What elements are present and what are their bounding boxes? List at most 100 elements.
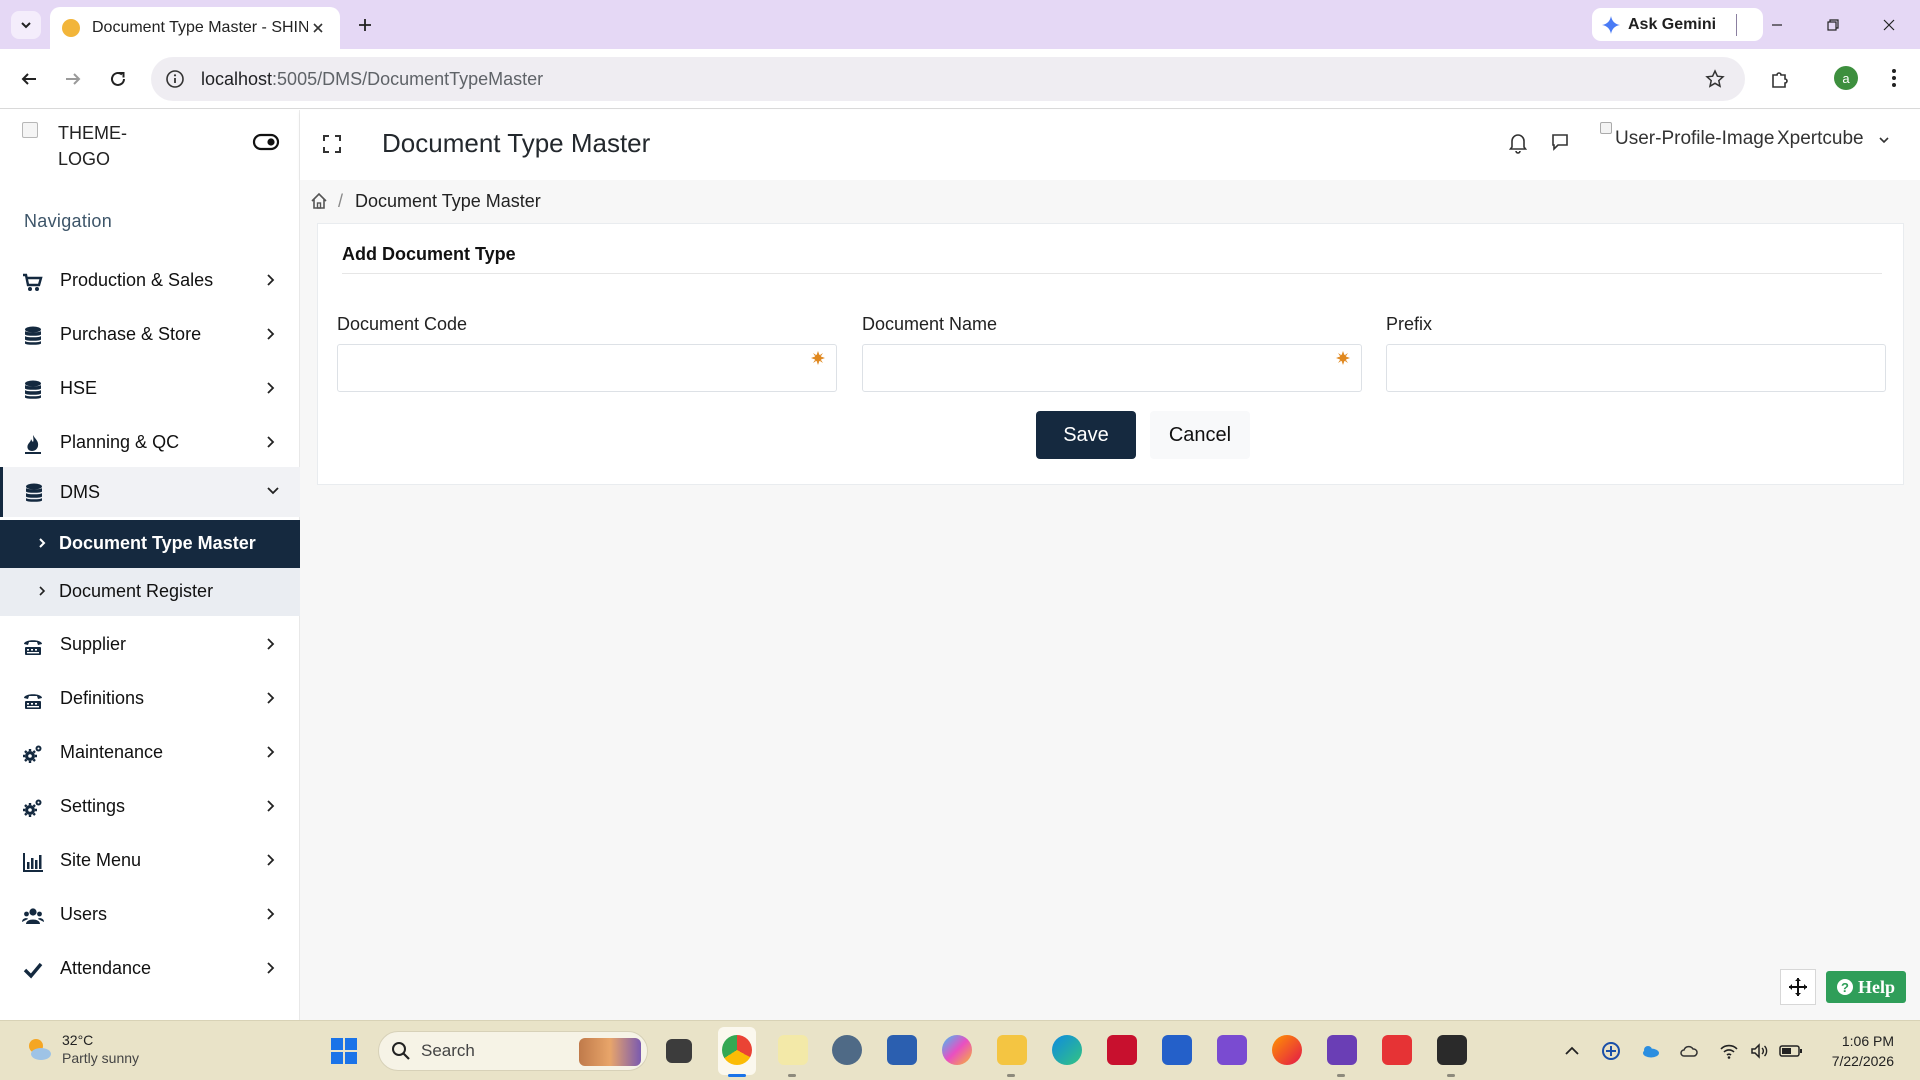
sidebar-item-settings[interactable]: Settings <box>0 784 300 828</box>
new-tab-button[interactable] <box>352 12 378 38</box>
chevron-right-icon <box>267 692 275 704</box>
divider <box>1736 14 1737 36</box>
tab-search-dropdown[interactable] <box>11 11 41 39</box>
bookmark-star-icon[interactable] <box>1705 69 1725 89</box>
fullscreen-icon[interactable] <box>322 134 342 154</box>
mcafee-icon[interactable] <box>1107 1035 1137 1065</box>
weather-widget[interactable]: 32°C Partly sunny <box>24 1031 139 1067</box>
navigation-heading: Navigation <box>24 211 113 231</box>
system-clock[interactable]: 1:06 PM 7/22/2026 <box>1808 1031 1894 1071</box>
user-image-alt: User-Profile-Image <box>1615 128 1775 149</box>
kebab-menu-icon <box>1892 69 1896 87</box>
sidebar-toggle-icon[interactable] <box>252 132 280 152</box>
sidebar-item-users[interactable]: Users <box>0 892 300 936</box>
chevron-down-icon <box>21 22 31 29</box>
onedrive-icon[interactable] <box>1640 1041 1660 1061</box>
browser-menu-button[interactable] <box>1880 64 1908 92</box>
chrome-icon[interactable] <box>722 1035 752 1065</box>
sidebar-item-planning-qc[interactable]: Planning & QC <box>0 420 300 464</box>
restore-button[interactable] <box>1820 12 1846 38</box>
cancel-button[interactable]: Cancel <box>1150 411 1250 459</box>
theme-logo[interactable]: THEME-LOGO <box>58 120 168 172</box>
chevron-up-icon[interactable] <box>1562 1041 1582 1061</box>
home-icon[interactable] <box>310 192 328 210</box>
cloud-icon[interactable] <box>1679 1041 1699 1061</box>
reload-button[interactable] <box>102 63 134 95</box>
settings-icon[interactable] <box>832 1035 862 1065</box>
task-view-icon[interactable] <box>666 1039 692 1063</box>
chevron-right-icon <box>267 908 275 920</box>
sidebar-item-production-sales[interactable]: Production & Sales <box>0 258 300 302</box>
sidebar-item-dms[interactable]: DMS <box>0 467 300 517</box>
user-profile-image[interactable]: User-Profile-Image <box>1600 122 1774 149</box>
forward-button[interactable] <box>57 63 89 95</box>
gemini-sparkle-icon <box>1602 15 1620 34</box>
wps-office-icon[interactable] <box>1382 1035 1412 1065</box>
close-tab-icon[interactable] <box>308 18 328 38</box>
chevron-right-icon <box>267 854 275 866</box>
chevron-right-icon <box>267 328 275 340</box>
store-icon[interactable] <box>887 1035 917 1065</box>
gears-icon <box>23 745 42 763</box>
puzzle-icon <box>1772 72 1788 88</box>
sidebar-subitem-document-type-master[interactable]: Document Type Master <box>0 520 300 568</box>
back-button[interactable] <box>13 63 45 95</box>
snipping-tool-icon[interactable] <box>778 1035 808 1065</box>
visual-studio-icon[interactable] <box>1327 1035 1357 1065</box>
taskbar-search[interactable]: Search <box>378 1031 648 1071</box>
azure-data-studio-icon[interactable] <box>1162 1035 1192 1065</box>
chevron-down-icon[interactable] <box>1878 135 1890 145</box>
sidebar-item-definitions[interactable]: Definitions <box>0 676 300 720</box>
ask-gemini-button[interactable]: Ask Gemini <box>1592 8 1763 41</box>
weather-temperature: 32°C <box>62 1032 94 1048</box>
extensions-button[interactable] <box>1764 63 1796 95</box>
document-name-input[interactable] <box>862 344 1362 392</box>
running-indicator <box>1007 1074 1015 1077</box>
add-document-type-card: Add Document Type Document Code Document… <box>317 223 1904 485</box>
wifi-icon[interactable] <box>1719 1041 1739 1061</box>
user-name[interactable]: Xpertcube <box>1777 128 1864 150</box>
document-code-input[interactable] <box>337 344 837 392</box>
prefix-input[interactable] <box>1386 344 1886 392</box>
search-placeholder: Search <box>421 1041 475 1060</box>
address-toolbar: localhost:5005/DMS/DocumentTypeMaster <box>0 49 1920 109</box>
firefox-icon[interactable] <box>1272 1035 1302 1065</box>
windows-start-icon[interactable] <box>330 1037 358 1065</box>
copilot-icon[interactable] <box>942 1035 972 1065</box>
browser-tab[interactable]: Document Type Master - SHINE <box>50 7 340 49</box>
bell-icon[interactable] <box>1508 132 1528 154</box>
volume-icon[interactable] <box>1749 1041 1769 1061</box>
message-icon[interactable] <box>1550 132 1570 152</box>
save-button[interactable]: Save <box>1036 411 1136 459</box>
minimize-icon <box>1772 24 1782 26</box>
help-label: Help <box>1857 976 1895 997</box>
broken-image-icon <box>1600 122 1612 134</box>
prefix-label: Prefix <box>1386 314 1433 334</box>
brand-area: THEME-LOGO <box>0 110 300 180</box>
close-window-button[interactable] <box>1876 12 1902 38</box>
sidebar-item-hse[interactable]: HSE <box>0 366 300 410</box>
url-bar[interactable]: localhost:5005/DMS/DocumentTypeMaster <box>151 57 1745 101</box>
drag-handle-button[interactable] <box>1780 969 1816 1005</box>
site-info-icon[interactable] <box>165 69 185 89</box>
required-indicator-icon <box>1336 351 1350 365</box>
file-explorer-icon[interactable] <box>997 1035 1027 1065</box>
page-title: Document Type Master <box>382 128 651 158</box>
database-icon <box>25 380 41 399</box>
chevron-right-icon <box>267 382 275 394</box>
profile-avatar[interactable]: a <box>1834 66 1858 90</box>
visual-studio-preview-icon[interactable] <box>1217 1035 1247 1065</box>
battery-icon[interactable] <box>1779 1041 1803 1061</box>
sidebar-item-supplier[interactable]: Supplier <box>0 622 300 666</box>
sidebar-item-attendance[interactable]: Attendance <box>0 946 300 990</box>
sidebar-item-maintenance[interactable]: Maintenance <box>0 730 300 774</box>
sidebar-item-purchase-store[interactable]: Purchase & Store <box>0 312 300 356</box>
help-button[interactable]: ? Help <box>1826 971 1906 1003</box>
sidebar-item-site-menu[interactable]: Site Menu <box>0 838 300 882</box>
edge-icon[interactable] <box>1052 1035 1082 1065</box>
running-indicator <box>1337 1074 1345 1077</box>
minimize-button[interactable] <box>1764 12 1790 38</box>
terminal-icon[interactable] <box>1437 1035 1467 1065</box>
network-plus-icon[interactable] <box>1601 1041 1621 1061</box>
sidebar-subitem-document-register[interactable]: Document Register <box>0 568 300 616</box>
